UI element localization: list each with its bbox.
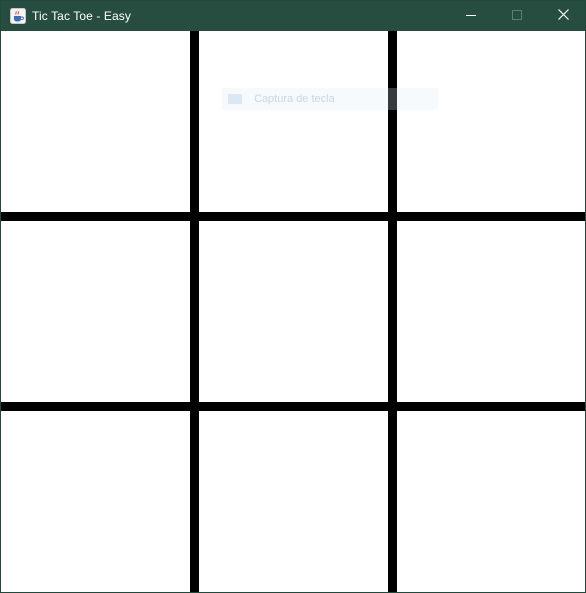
grid-line-vertical-2 xyxy=(388,31,397,592)
game-board: Captura de tecla xyxy=(1,31,585,592)
board-cell-r1c3[interactable] xyxy=(397,31,585,212)
window-title: Tic Tac Toe - Easy xyxy=(32,9,131,23)
grid-line-horizontal-1 xyxy=(1,212,585,221)
title-bar[interactable]: Tic Tac Toe - Easy xyxy=(1,1,585,31)
board-cell-r3c3[interactable] xyxy=(397,411,585,592)
board-cell-r2c2[interactable] xyxy=(199,221,388,402)
minimize-button[interactable] xyxy=(448,1,494,31)
game-window: Tic Tac Toe - Easy Captura de tecla xyxy=(0,0,586,593)
board-cell-r2c3[interactable] xyxy=(397,221,585,402)
board-cell-r2c1[interactable] xyxy=(1,221,190,402)
board-cell-r3c2[interactable] xyxy=(199,411,388,592)
board-cell-r3c1[interactable] xyxy=(1,411,190,592)
maximize-icon xyxy=(512,7,522,25)
board-cell-r1c2[interactable] xyxy=(199,31,388,212)
minimize-icon xyxy=(466,7,476,25)
close-button[interactable] xyxy=(540,1,586,31)
board-cell-r1c1[interactable] xyxy=(1,31,190,212)
maximize-button xyxy=(494,1,540,31)
java-cup-icon[interactable] xyxy=(10,8,26,24)
grid-line-vertical-1 xyxy=(190,31,199,592)
grid-line-horizontal-2 xyxy=(1,402,585,411)
close-icon xyxy=(557,7,569,25)
